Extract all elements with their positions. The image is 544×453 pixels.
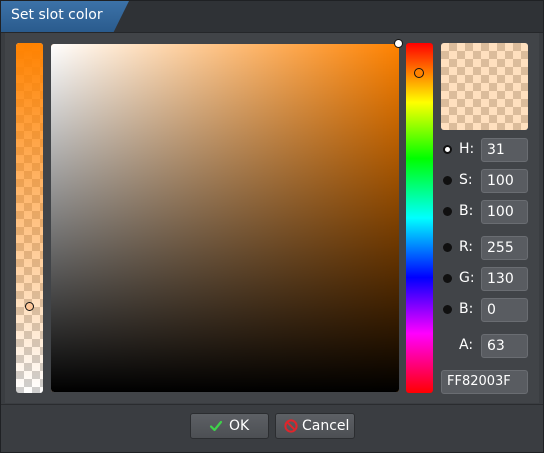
- radio-saturation[interactable]: [443, 176, 452, 185]
- hue-slider[interactable]: [406, 43, 433, 393]
- dialog-title: Set slot color: [11, 7, 103, 23]
- label-green: G:: [459, 270, 475, 286]
- red-input[interactable]: 255: [481, 236, 528, 260]
- hue-input[interactable]: 31: [481, 138, 528, 162]
- saturation-brightness-field[interactable]: [51, 44, 399, 392]
- alpha-gradient: [16, 43, 43, 393]
- label-red: R:: [459, 239, 474, 255]
- radio-green[interactable]: [443, 274, 452, 283]
- hex-input[interactable]: FF82003F: [441, 370, 528, 394]
- cancel-button-label: Cancel: [302, 418, 350, 434]
- radio-hue[interactable]: [443, 145, 452, 154]
- cancel-button[interactable]: Cancel: [275, 413, 355, 439]
- cancel-circle-icon: [284, 419, 298, 433]
- ok-button[interactable]: OK: [190, 413, 269, 439]
- blue-input[interactable]: 0: [481, 298, 528, 322]
- hue-slider-handle[interactable]: [414, 68, 424, 78]
- set-slot-color-dialog: Set slot color H: 31 S: 100 B: 100 R: 25…: [0, 0, 544, 453]
- radio-red[interactable]: [443, 243, 452, 252]
- alpha-input[interactable]: 63: [481, 334, 528, 358]
- label-saturation: S:: [459, 172, 473, 188]
- title-bar[interactable]: Set slot color: [1, 1, 543, 33]
- brightness-input[interactable]: 100: [481, 200, 528, 224]
- checkmark-icon: [209, 420, 223, 432]
- color-preview: [441, 43, 528, 130]
- green-input[interactable]: 130: [481, 267, 528, 291]
- label-alpha: A:: [459, 337, 474, 353]
- label-hue: H:: [459, 141, 475, 157]
- color-preview-fill: [441, 43, 528, 130]
- black-gradient: [51, 44, 399, 392]
- radio-brightness[interactable]: [443, 207, 452, 216]
- footer-divider: [1, 404, 543, 405]
- radio-blue[interactable]: [443, 305, 452, 314]
- saturation-input[interactable]: 100: [481, 169, 528, 193]
- alpha-slider[interactable]: [16, 43, 43, 393]
- alpha-slider-handle[interactable]: [25, 302, 34, 311]
- saturation-brightness-handle[interactable]: [394, 39, 403, 48]
- label-blue: B:: [459, 301, 474, 317]
- ok-button-label: OK: [229, 418, 250, 434]
- label-brightness: B:: [459, 203, 474, 219]
